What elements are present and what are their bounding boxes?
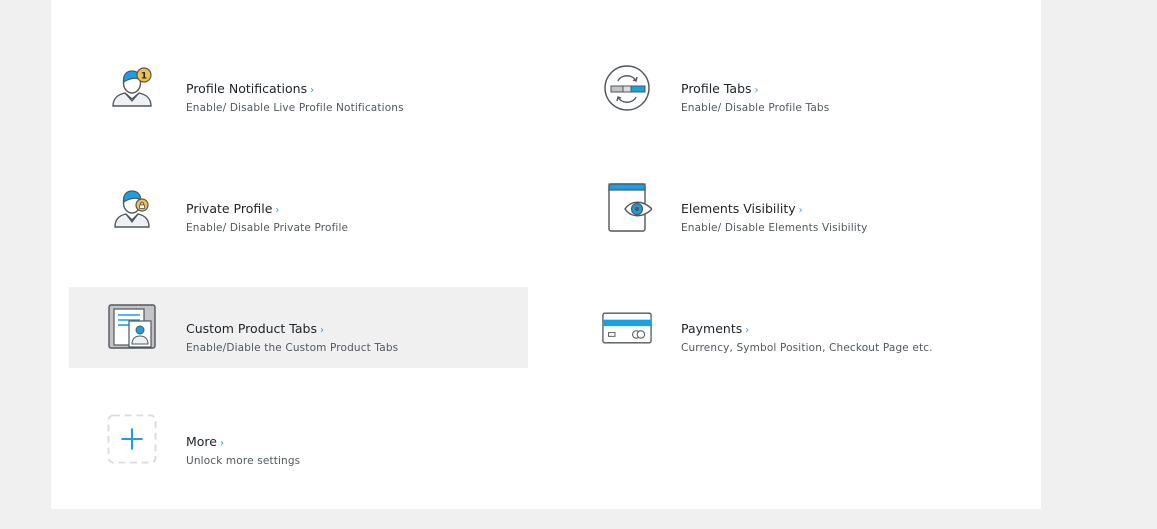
chevron-right-icon: › [275, 205, 280, 216]
chevron-right-icon: › [319, 325, 324, 336]
toggle-sync-icon [602, 63, 652, 113]
svg-text:1: 1 [141, 72, 147, 82]
settings-panel: 1 Profile Notifications › Enable/ Disable… [51, 0, 1041, 509]
setting-description: Enable/Diable the Custom Product Tabs [186, 342, 399, 354]
product-card-icon [107, 303, 157, 353]
setting-title: Payments [681, 321, 743, 336]
setting-title: Private Profile [186, 201, 273, 216]
setting-elements-visibility[interactable]: Elements Visibility › Enable/ Disable Ele… [564, 167, 1023, 248]
setting-profile-tabs[interactable]: Profile Tabs › Enable/ Disable Profile Ta… [564, 47, 1023, 128]
chevron-right-icon: › [220, 438, 224, 449]
setting-private-profile[interactable]: Private Profile › Enable/ Disable Private… [69, 167, 528, 248]
setting-description: Enable/ Disable Profile Tabs [681, 102, 830, 114]
chevron-right-icon: › [754, 85, 759, 96]
setting-title: Elements Visibility [681, 201, 796, 216]
window-eye-icon [602, 183, 652, 233]
setting-payments[interactable]: Payments › Currency, Symbol Position, Che… [564, 287, 1023, 368]
chevron-right-icon: › [745, 325, 750, 336]
user-notification-icon: 1 [107, 63, 157, 113]
chevron-right-icon: › [798, 205, 803, 216]
setting-description: Enable/ Disable Live Profile Notificatio… [186, 102, 404, 114]
chevron-right-icon: › [310, 85, 315, 96]
add-more-icon [107, 414, 157, 464]
setting-custom-product-tabs[interactable]: Custom Product Tabs › Enable/Diable the C… [69, 287, 528, 368]
setting-more[interactable]: More › Unlock more settings [69, 398, 528, 479]
setting-title: Profile Tabs [681, 81, 752, 96]
setting-title: Profile Notifications [186, 81, 308, 96]
setting-description: Currency, Symbol Position, Checkout Page… [681, 342, 933, 354]
setting-title: Custom Product Tabs [186, 321, 317, 336]
credit-card-icon [602, 303, 652, 353]
user-lock-icon [107, 183, 157, 233]
setting-description: Enable/ Disable Elements Visibility [681, 222, 868, 234]
setting-description: Unlock more settings [186, 455, 301, 467]
setting-profile-notifications[interactable]: 1 Profile Notifications › Enable/ Disable… [69, 47, 528, 128]
setting-description: Enable/ Disable Private Profile [186, 222, 349, 234]
setting-title: More [186, 434, 217, 449]
